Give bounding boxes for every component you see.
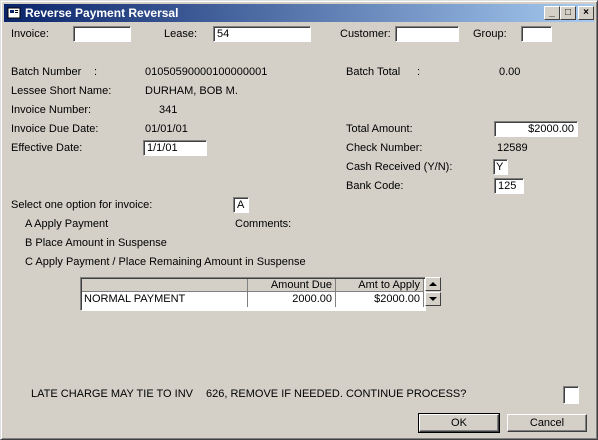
check-number-value: 12589 [497, 142, 528, 154]
invoice-number-label: Invoice Number: [11, 104, 92, 116]
invoice-label: Invoice: [11, 28, 49, 40]
continue-answer-input[interactable] [563, 386, 579, 404]
check-number-label: Check Number: [346, 142, 423, 154]
option-prompt: Select one option for invoice: [11, 199, 153, 211]
minimize-button[interactable]: _ [544, 6, 560, 20]
invoice-due-value: 01/01/01 [145, 123, 188, 135]
close-button[interactable]: × [578, 6, 594, 20]
batch-number-value: 01050590000100000001 [145, 66, 268, 78]
batch-total-value: 0.00 [499, 66, 521, 78]
cancel-button[interactable]: Cancel [507, 414, 587, 432]
lease-input[interactable]: 54 [213, 26, 311, 42]
arrow-up-icon [429, 282, 437, 286]
app-icon [7, 7, 21, 19]
lessee-label: Lessee Short Name: [11, 85, 112, 97]
option-input[interactable]: A [233, 197, 249, 213]
batch-total-colon: : [417, 66, 421, 78]
batch-total-label: Batch Total [346, 66, 401, 78]
batch-number-colon: : [94, 66, 98, 78]
comments-label: Comments: [235, 218, 292, 230]
arrow-down-icon [429, 297, 437, 301]
customer-input[interactable] [395, 26, 459, 42]
late-charge-message: LATE CHARGE MAY TIE TO INV [31, 388, 193, 400]
grid-header-amt-to-apply: Amt to Apply [336, 279, 424, 292]
scroll-down-button[interactable] [425, 292, 441, 306]
window-title: Reverse Payment Reversal [25, 6, 179, 20]
dialog-window: Reverse Payment Reversal _ □ × Invoice: … [0, 0, 598, 440]
group-label: Group: [473, 28, 507, 40]
total-amount-input[interactable]: $2000.00 [494, 121, 578, 137]
grid-header-description [82, 279, 248, 292]
ok-button[interactable]: OK [418, 413, 500, 433]
title-bar[interactable]: Reverse Payment Reversal _ □ × [4, 4, 594, 22]
bank-code-label: Bank Code: [346, 180, 404, 192]
lessee-value: DURHAM, BOB M. [145, 85, 238, 97]
grid-cell-amt-to-apply[interactable]: $2000.00 [336, 292, 424, 307]
option-a: A Apply Payment [25, 218, 109, 230]
bank-code-input[interactable]: 125 [494, 178, 524, 194]
effective-date-input[interactable]: 1/1/01 [143, 140, 207, 156]
invoice-number-value: 341 [159, 104, 178, 116]
grid-header-amount-due: Amount Due [248, 279, 336, 292]
lease-label: Lease: [164, 28, 198, 40]
grid-cell-amount-due[interactable]: 2000.00 [248, 292, 336, 307]
scroll-up-button[interactable] [425, 277, 441, 291]
option-b: B Place Amount in Suspense [25, 237, 167, 249]
late-charge-message-cont: 626, REMOVE IF NEEDED. CONTINUE PROCESS? [206, 388, 467, 400]
invoice-input[interactable] [73, 26, 131, 42]
maximize-button[interactable]: □ [560, 6, 576, 20]
batch-number-label: Batch Number [11, 66, 82, 78]
option-c: C Apply Payment / Place Remaining Amount… [25, 256, 306, 268]
effective-date-label: Effective Date: [11, 142, 83, 154]
cash-received-label: Cash Received (Y/N): [346, 161, 453, 173]
group-input[interactable] [521, 26, 552, 42]
grid-cell-description[interactable]: NORMAL PAYMENT [84, 292, 248, 307]
payment-grid: Amount Due Amt to Apply NORMAL PAYMENT 2… [80, 277, 426, 311]
customer-label: Customer: [340, 28, 391, 40]
cash-received-input[interactable]: Y [493, 159, 508, 175]
invoice-due-label: Invoice Due Date: [11, 123, 99, 135]
total-amount-label: Total Amount: [346, 123, 413, 135]
